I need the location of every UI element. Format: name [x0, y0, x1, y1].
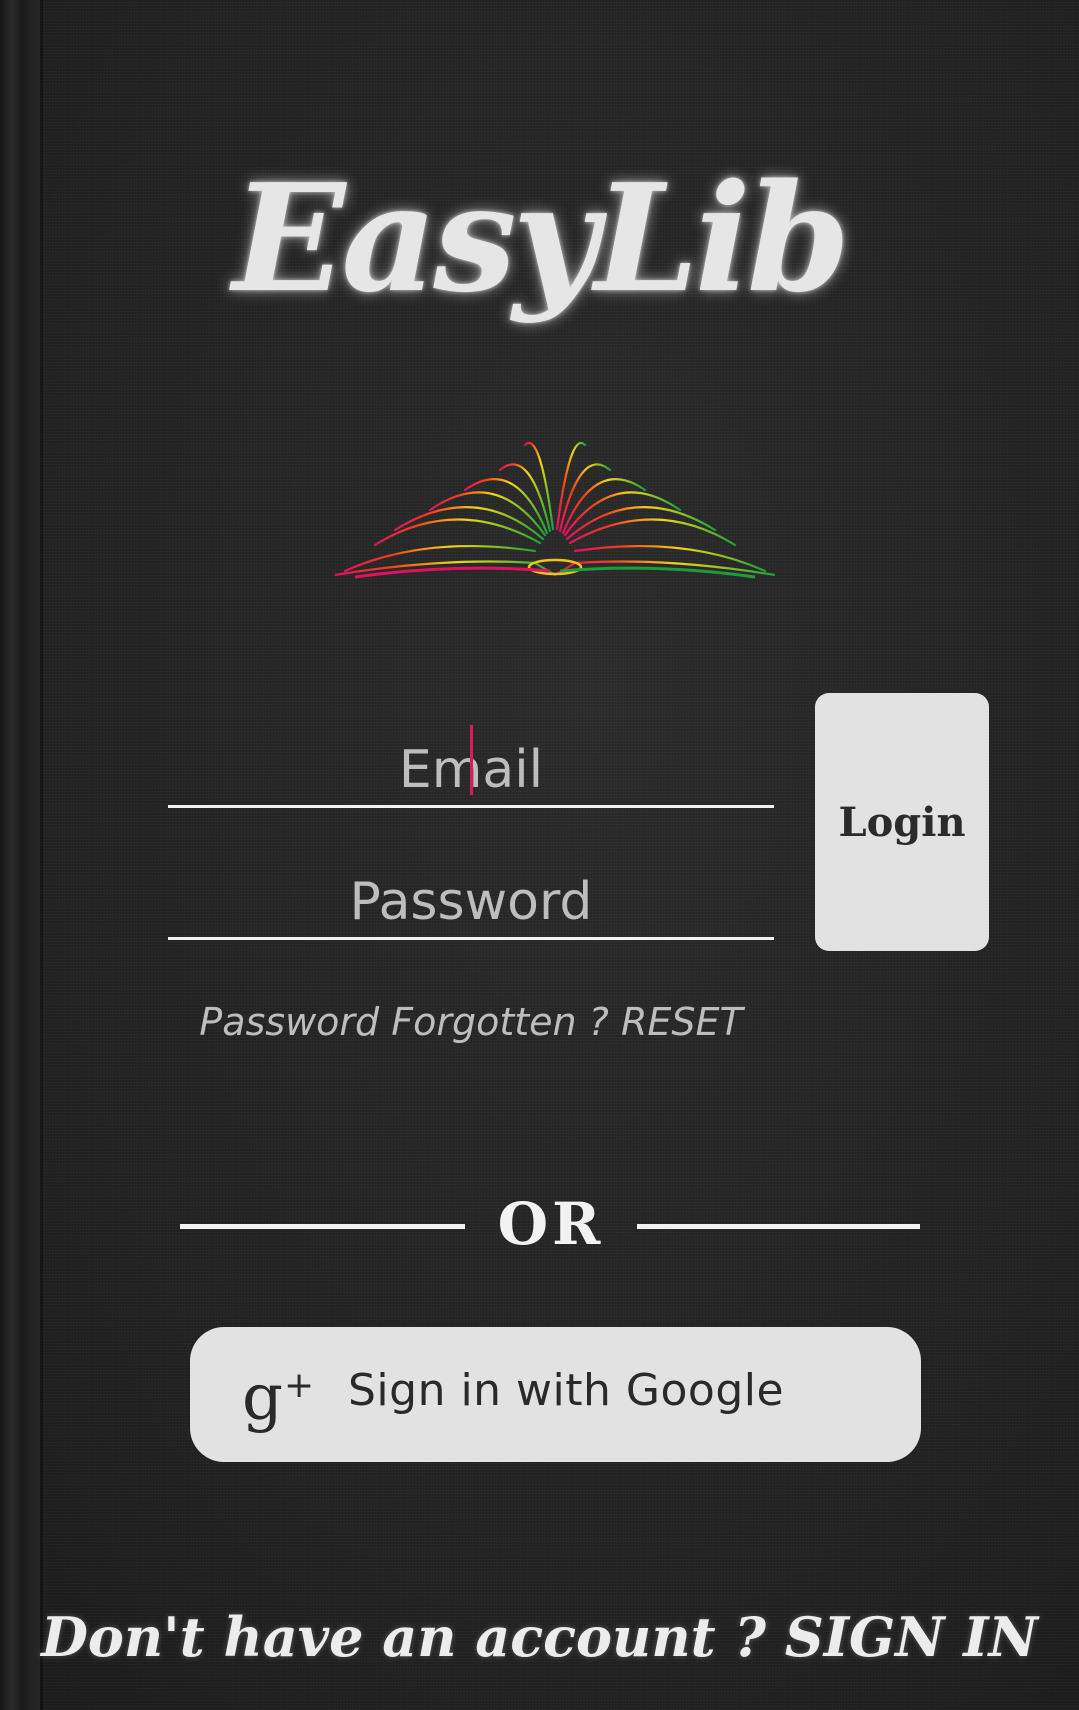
google-plus-icon: g +: [242, 1361, 314, 1435]
no-account-text: Don't have an account ?: [41, 1605, 785, 1669]
forgot-password-row: Password Forgotten ? RESET: [168, 1000, 774, 1044]
svg-text:g: g: [242, 1361, 283, 1435]
google-signin-label: Sign in with Google: [348, 1365, 785, 1416]
signup-row: Don't have an account ? SIGN IN: [0, 1605, 1079, 1669]
reset-password-link[interactable]: RESET: [621, 1000, 743, 1044]
forgot-password-text: Password Forgotten ?: [199, 1000, 621, 1044]
divider-line-left: [180, 1224, 465, 1229]
password-input[interactable]: [168, 867, 774, 937]
app-logo-text: EasyLib: [232, 151, 851, 325]
text-cursor: [470, 725, 473, 795]
svg-text:+: +: [284, 1365, 314, 1406]
divider-line-right: [637, 1224, 920, 1229]
google-signin-button[interactable]: g + Sign in with Google: [190, 1327, 921, 1462]
open-book-logo-icon: [335, 442, 775, 579]
login-button[interactable]: Login: [815, 693, 989, 951]
or-divider-label: OR: [497, 1190, 605, 1258]
sign-in-link[interactable]: SIGN IN: [785, 1605, 1038, 1669]
password-field[interactable]: [168, 867, 774, 940]
